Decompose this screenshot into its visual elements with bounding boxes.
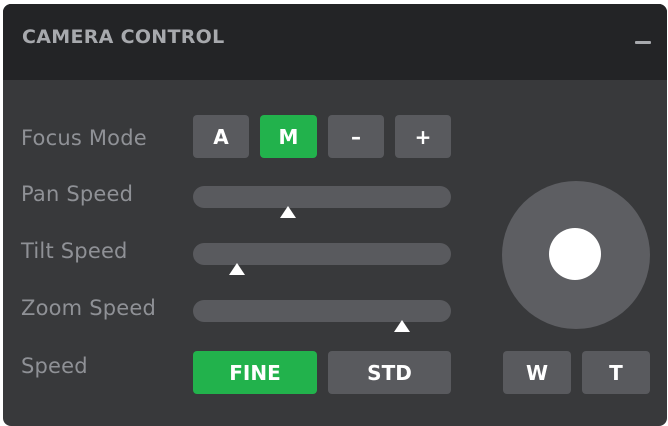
panel-header: CAMERA CONTROL	[3, 4, 667, 80]
tilt-speed-thumb-icon[interactable]	[229, 263, 245, 275]
focus-plus-button[interactable]: +	[395, 115, 451, 158]
speed-label: Speed	[21, 354, 88, 378]
zoom-wide-button[interactable]: W	[503, 351, 571, 394]
tilt-speed-label: Tilt Speed	[21, 239, 128, 263]
zoom-tele-button[interactable]: T	[582, 351, 650, 394]
collapse-icon[interactable]	[635, 41, 651, 44]
zoom-speed-label: Zoom Speed	[21, 296, 157, 320]
focus-manual-button[interactable]: M	[260, 115, 317, 158]
pan-speed-thumb-icon[interactable]	[280, 206, 296, 218]
joystick-knob-icon[interactable]	[549, 228, 601, 280]
zoom-speed-slider[interactable]	[193, 300, 451, 332]
speed-fine-button[interactable]: FINE	[193, 351, 317, 394]
tilt-speed-slider[interactable]	[193, 243, 451, 275]
focus-mode-label: Focus Mode	[21, 126, 147, 150]
focus-minus-button[interactable]: –	[328, 115, 384, 158]
panel-title: CAMERA CONTROL	[22, 26, 225, 48]
pan-speed-label: Pan Speed	[21, 182, 134, 206]
focus-auto-button[interactable]: A	[193, 115, 249, 158]
camera-control-panel: CAMERA CONTROL Focus Mode A M – + Pan Sp…	[3, 4, 667, 426]
zoom-speed-thumb-icon[interactable]	[394, 320, 410, 332]
pan-tilt-joystick[interactable]	[502, 181, 650, 329]
pan-speed-slider[interactable]	[193, 186, 451, 218]
speed-std-button[interactable]: STD	[328, 351, 451, 394]
